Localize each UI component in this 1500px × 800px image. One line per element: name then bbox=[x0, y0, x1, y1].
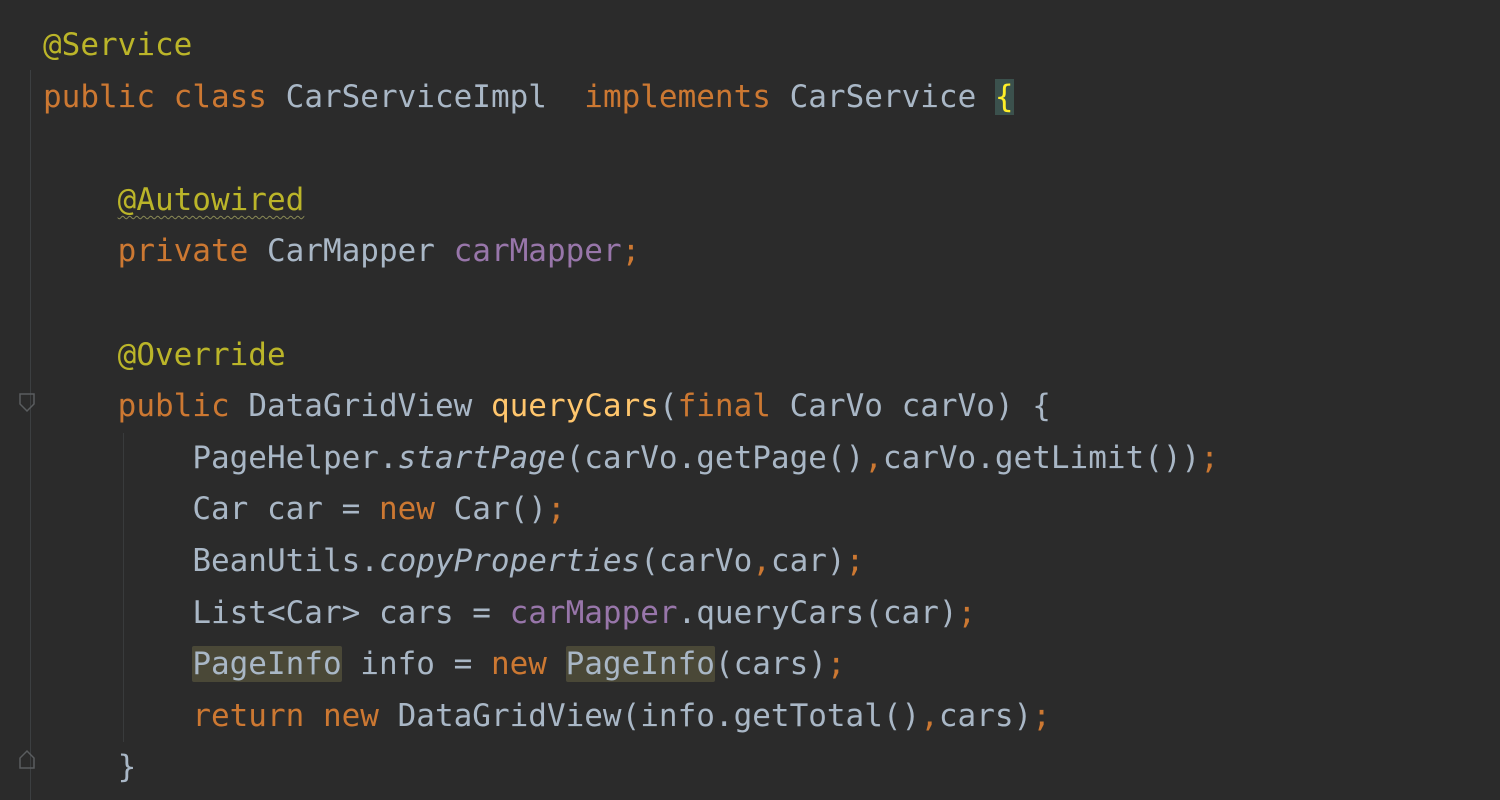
semicolon-token: ; bbox=[621, 233, 641, 270]
matched-brace: { bbox=[994, 78, 1014, 115]
code-line: Car car = new Car(); bbox=[43, 484, 1500, 536]
code-line: return new DataGridView(info.getTotal(),… bbox=[43, 690, 1500, 743]
semicolon-token: ; bbox=[845, 542, 865, 579]
comma-token: , bbox=[920, 697, 939, 734]
keyword-token: public bbox=[117, 388, 230, 425]
static-method-token: copyProperties bbox=[378, 542, 641, 579]
semicolon-token: ; bbox=[546, 491, 566, 528]
code-token: cars) bbox=[938, 697, 1033, 734]
semicolon-token: ; bbox=[826, 646, 846, 683]
code-editor[interactable]: @Service public class CarServiceImpl imp… bbox=[0, 0, 1500, 800]
semicolon-token: ; bbox=[1200, 439, 1219, 476]
gutter-divider bbox=[30, 70, 31, 800]
field-token: carMapper bbox=[509, 594, 678, 631]
code-line: @Autowired bbox=[43, 175, 1500, 227]
code-line: PageHelper.startPage(carVo.getPage(),car… bbox=[43, 432, 1500, 485]
param-token: carVo bbox=[901, 388, 995, 425]
code-token: info = bbox=[341, 646, 491, 683]
code-line: List<Car> cars = carMapper.queryCars(car… bbox=[43, 587, 1500, 640]
usage-highlight-token: PageInfo bbox=[565, 646, 715, 683]
code-line: BeanUtils.copyProperties(carVo,car); bbox=[43, 535, 1500, 588]
keyword-token: new bbox=[322, 697, 379, 734]
keyword-token: new bbox=[490, 646, 547, 683]
comma-token: , bbox=[864, 439, 883, 476]
code-token: (cars) bbox=[714, 646, 827, 683]
type-token: CarVo bbox=[789, 388, 883, 425]
code-token: Car car = bbox=[192, 491, 379, 528]
keyword-token: public bbox=[43, 78, 155, 115]
annotation-token: @Service bbox=[43, 27, 193, 63]
indent-guide bbox=[123, 535, 124, 588]
field-token: carMapper bbox=[453, 233, 622, 270]
code-token: .queryCars(car) bbox=[677, 594, 958, 631]
comma-token: , bbox=[752, 542, 771, 579]
code-token: List<Car> cars = bbox=[192, 594, 510, 631]
fold-start-icon[interactable] bbox=[18, 392, 36, 414]
brace-token: } bbox=[117, 749, 137, 786]
keyword-token: final bbox=[677, 388, 771, 425]
code-area[interactable]: @Service public class CarServiceImpl imp… bbox=[43, 20, 1500, 794]
code-token: BeanUtils. bbox=[192, 542, 379, 579]
indent-guide bbox=[123, 587, 124, 640]
annotation-token: @Autowired bbox=[117, 181, 305, 218]
indent-guide bbox=[123, 484, 124, 536]
keyword-token: class bbox=[173, 78, 267, 115]
indent-guide bbox=[123, 639, 124, 691]
code-token: (carVo bbox=[640, 542, 753, 579]
type-token: CarMapper bbox=[266, 233, 435, 270]
keyword-token: return bbox=[192, 697, 305, 734]
code-token: car) bbox=[770, 542, 846, 579]
code-line: PageInfo info = new PageInfo(cars); bbox=[43, 639, 1500, 691]
semicolon-token: ; bbox=[1032, 697, 1051, 734]
code-line: private CarMapper carMapper; bbox=[43, 226, 1500, 278]
keyword-token: new bbox=[378, 491, 435, 528]
fold-end-icon[interactable] bbox=[18, 748, 36, 770]
code-token: PageHelper. bbox=[192, 439, 398, 476]
interface-name-token: CarService bbox=[789, 78, 977, 115]
code-line: } bbox=[43, 742, 1500, 794]
indent-guide bbox=[123, 432, 124, 485]
static-method-token: startPage bbox=[397, 439, 566, 476]
code-token: carVo.getLimit()) bbox=[882, 439, 1201, 476]
code-line: public DataGridView queryCars(final CarV… bbox=[43, 381, 1500, 433]
type-token: DataGridView bbox=[248, 388, 473, 425]
semicolon-token: ; bbox=[957, 594, 977, 631]
paren-token: ( bbox=[658, 388, 678, 425]
keyword-token: private bbox=[117, 233, 249, 270]
indent-guide bbox=[123, 690, 124, 743]
method-name-token: queryCars bbox=[490, 388, 659, 425]
class-name-token: CarServiceImpl bbox=[285, 78, 547, 115]
code-line: @Override bbox=[43, 330, 1500, 382]
code-token: Car() bbox=[434, 491, 547, 528]
annotation-token: @Override bbox=[117, 336, 286, 373]
code-token: (carVo.getPage() bbox=[565, 439, 865, 476]
code-line: public class CarServiceImpl implements C… bbox=[43, 72, 1500, 124]
usage-highlight-token: PageInfo bbox=[192, 646, 342, 683]
keyword-token: implements bbox=[584, 78, 771, 115]
paren-token: ) { bbox=[994, 388, 1051, 425]
code-line: @Service bbox=[43, 20, 1500, 72]
code-token: DataGridView(info.getTotal() bbox=[378, 697, 921, 734]
